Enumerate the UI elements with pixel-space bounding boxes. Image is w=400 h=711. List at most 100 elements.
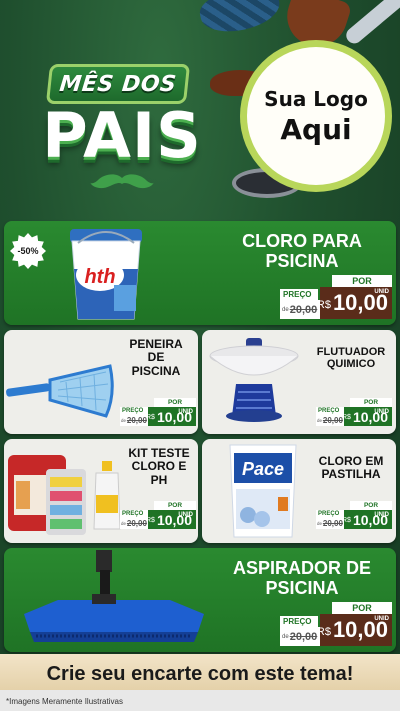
name-line: FLUTUADOR bbox=[316, 346, 386, 358]
pool-skimmer-image bbox=[6, 364, 114, 418]
cta-banner[interactable]: Crie seu encarte com este tema! bbox=[0, 654, 400, 694]
name-line: PH bbox=[150, 472, 168, 487]
new-price: R$ 10,00 UNID bbox=[316, 287, 392, 319]
product-card-aspirador[interactable]: ASPIRADOR DE PSICINA POR PREÇO de 20,00 R… bbox=[4, 548, 396, 652]
por-label: POR bbox=[332, 602, 392, 614]
logo-placeholder[interactable]: Sua Logo Aqui bbox=[240, 40, 392, 192]
pool-vacuum-image bbox=[24, 550, 204, 642]
cta-text: Crie seu encarte com este tema! bbox=[46, 662, 354, 685]
logo-line-1: Sua Logo bbox=[264, 86, 368, 111]
title-banner: MÊS DOS bbox=[45, 64, 191, 104]
de-label: de bbox=[121, 521, 126, 526]
product-name: CLORO PARA PSICINA bbox=[214, 231, 390, 271]
test-kit-image bbox=[8, 455, 121, 535]
old-price-value: 20,00 bbox=[126, 416, 147, 425]
preco-label: PREÇO bbox=[316, 510, 344, 518]
por-label: POR bbox=[154, 501, 196, 510]
tie-decoration bbox=[196, 0, 284, 38]
currency: R$ bbox=[146, 414, 155, 422]
name-line: CLORO EM bbox=[318, 454, 384, 468]
title-top: MÊS DOS bbox=[58, 71, 178, 97]
currency: R$ bbox=[316, 626, 331, 639]
name-line: QUIMICO bbox=[326, 358, 376, 371]
new-price: R$ 10,00 UNID bbox=[146, 510, 196, 529]
new-price: R$ 10,00 UNID bbox=[316, 614, 392, 646]
old-price-value: 20,00 bbox=[289, 630, 318, 643]
product-name: FLUTUADOR QUIMICO bbox=[308, 346, 394, 371]
flyer: MÊS DOS PAIS Sua Logo Aqui -50% hth CLOR… bbox=[0, 0, 400, 711]
product-name: PENEIRA DE PISCINA bbox=[116, 337, 196, 378]
product-card-peneira[interactable]: PENEIRA DE PISCINA POR PREÇO de 20,00 R$ … bbox=[4, 330, 198, 434]
new-price: R$ 10,00 UNID bbox=[146, 407, 196, 426]
currency: R$ bbox=[316, 299, 331, 312]
pace-brand: Pace bbox=[242, 459, 284, 479]
currency: R$ bbox=[342, 517, 351, 525]
product-card-kit-teste[interactable]: KIT TESTE CLORO E PH POR PREÇO de 20,00 R… bbox=[4, 439, 198, 543]
unit-label: UNID bbox=[178, 409, 193, 415]
de-label: de bbox=[282, 633, 289, 640]
de-label: de bbox=[282, 306, 289, 313]
name-line: PSICINA bbox=[265, 578, 339, 599]
currency: R$ bbox=[342, 414, 351, 422]
product-card-cloro[interactable]: -50% hth CLORO PARA PSICINA POR PREÇO de… bbox=[4, 221, 396, 325]
chlorine-tablet-pack-image: Pace bbox=[229, 444, 297, 538]
chlorine-bucket-image: hth bbox=[70, 229, 142, 320]
unit-label: UNID bbox=[374, 616, 389, 622]
old-price-value: 20,00 bbox=[289, 303, 318, 316]
name-line: PSICINA bbox=[265, 251, 339, 272]
price-block: POR PREÇO de 20,00 R$ 10,00 UNID bbox=[280, 602, 392, 646]
old-price: de 20,00 bbox=[280, 627, 322, 646]
product-name: KIT TESTE CLORO E PH bbox=[122, 446, 196, 487]
name-line: CLORO E bbox=[131, 459, 187, 474]
por-label: POR bbox=[350, 398, 392, 407]
old-price-value: 20,00 bbox=[126, 519, 147, 528]
product-name: CLORO EM PASTILHA bbox=[308, 454, 394, 482]
de-label: de bbox=[317, 521, 322, 526]
discount-badge: -50% bbox=[10, 233, 46, 269]
price-block: POR PREÇO de 20,00 R$ 10,00 UNID bbox=[316, 501, 392, 529]
old-price-value: 20,00 bbox=[322, 416, 343, 425]
unit-label: UNID bbox=[374, 512, 389, 518]
preco-label: PREÇO bbox=[280, 289, 318, 300]
title-main: PAIS bbox=[42, 99, 202, 172]
price-block: POR PREÇO de 20,00 R$ 10,00 UNID bbox=[316, 398, 392, 426]
product-name: ASPIRADOR DE PSICINA bbox=[214, 558, 390, 598]
logo-line-2: Aqui bbox=[280, 112, 352, 146]
product-card-flutuador[interactable]: FLUTUADOR QUIMICO POR PREÇO de 20,00 R$ 1… bbox=[202, 330, 396, 434]
price-block: POR PREÇO de 20,00 R$ 10,00 UNID bbox=[280, 275, 392, 319]
por-label: POR bbox=[154, 398, 196, 407]
campaign-title: MÊS DOS PAIS bbox=[10, 44, 220, 204]
unit-label: UNID bbox=[374, 289, 389, 295]
preco-label: PREÇO bbox=[120, 407, 148, 415]
name-line: PENEIRA bbox=[129, 337, 183, 351]
logo-inner: Sua Logo Aqui bbox=[247, 47, 385, 185]
de-label: de bbox=[121, 418, 126, 423]
hth-brand: hth bbox=[84, 266, 115, 288]
disclaimer: *Imagens Meramente Ilustrativas bbox=[6, 697, 123, 706]
name-line: CLORO PARA bbox=[242, 231, 362, 251]
old-price: de 20,00 bbox=[280, 300, 322, 319]
name-line: KIT TESTE bbox=[128, 446, 190, 460]
old-price-value: 20,00 bbox=[322, 519, 343, 528]
chemical-floater-image bbox=[209, 338, 299, 422]
price-block: POR PREÇO de 20,00 R$ 10,00 UNID bbox=[120, 398, 196, 426]
por-label: POR bbox=[350, 501, 392, 510]
new-price: R$ 10,00 UNID bbox=[342, 510, 392, 529]
unit-label: UNID bbox=[178, 512, 193, 518]
preco-label: PREÇO bbox=[316, 407, 344, 415]
product-card-pastilha[interactable]: Pace CLORO EM PASTILHA POR PREÇO de 20,00… bbox=[202, 439, 396, 543]
new-price: R$ 10,00 UNID bbox=[342, 407, 392, 426]
mustache-icon bbox=[90, 174, 154, 189]
preco-label: PREÇO bbox=[280, 616, 318, 627]
currency: R$ bbox=[146, 517, 155, 525]
name-line: PISCINA bbox=[131, 363, 181, 378]
wrench-icon bbox=[343, 0, 400, 47]
price-block: POR PREÇO de 20,00 R$ 10,00 UNID bbox=[120, 501, 196, 529]
name-line: DE bbox=[147, 350, 165, 365]
unit-label: UNID bbox=[374, 409, 389, 415]
name-line: ASPIRADOR DE bbox=[232, 558, 371, 578]
preco-label: PREÇO bbox=[120, 510, 148, 518]
de-label: de bbox=[317, 418, 322, 423]
por-label: POR bbox=[332, 275, 392, 287]
name-line: PASTILHA bbox=[321, 467, 381, 482]
